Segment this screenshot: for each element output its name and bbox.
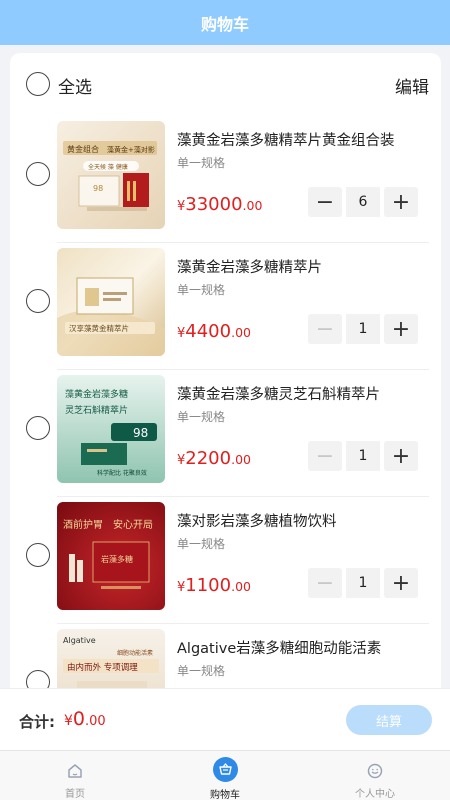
- quantity-value[interactable]: 1: [346, 568, 380, 598]
- top-bar: 购物车: [0, 0, 450, 45]
- product-spec: 单一规格: [177, 537, 226, 551]
- svg-text:岩藻多糖: 岩藻多糖: [101, 554, 133, 564]
- checkout-bar: 合计: ¥0.00 结算: [0, 688, 450, 750]
- tab-cart[interactable]: 购物车: [150, 751, 300, 800]
- svg-text:细胞动能活素: 细胞动能活素: [117, 649, 153, 657]
- product-price: ¥1100.00: [177, 575, 251, 596]
- product-name[interactable]: 藻对影岩藻多糖植物饮料: [177, 510, 337, 531]
- svg-text:全天候 藻 健康: 全天候 藻 健康: [88, 163, 128, 171]
- item-checkbox[interactable]: [26, 162, 50, 186]
- quantity-stepper: − 1 +: [308, 314, 418, 344]
- product-name[interactable]: 藻黄金岩藻多糖精萃片黄金组合装: [177, 129, 395, 150]
- edit-button[interactable]: 编辑: [395, 73, 429, 98]
- tab-label: 购物车: [210, 790, 240, 800]
- product-price: ¥2200.00: [177, 448, 251, 469]
- cart-item: 酒前护胃 安心开局 岩藻多糖 藻对影岩藻多糖植物饮料 单一规格 ¥1100.00…: [10, 497, 441, 624]
- svg-text:酒前护胃: 酒前护胃: [63, 518, 103, 531]
- svg-text:汉享藻黄金精萃片: 汉享藻黄金精萃片: [69, 323, 129, 333]
- product-spec: 单一规格: [177, 283, 226, 297]
- product-gold-tablet-image[interactable]: 汉享藻黄金精萃片: [57, 248, 165, 356]
- increase-button[interactable]: +: [384, 187, 418, 217]
- product-name[interactable]: Algative岩藻多糖细胞动能活素: [177, 637, 381, 658]
- product-lingzhi-image[interactable]: 藻黄金岩藻多糖 灵芝石斛精萃片 98 科学配比 花聚良效: [57, 375, 165, 483]
- product-drink-image[interactable]: 酒前护胃 安心开局 岩藻多糖: [57, 502, 165, 610]
- item-checkbox[interactable]: [26, 543, 50, 567]
- product-price: ¥33000.00: [177, 194, 263, 215]
- tab-label: 首页: [65, 789, 85, 800]
- decrease-button[interactable]: −: [308, 441, 342, 471]
- select-all-label[interactable]: 全选: [58, 73, 92, 98]
- page-title: 购物车: [200, 14, 249, 34]
- item-checkbox[interactable]: [26, 289, 50, 313]
- cart-item: 藻黄金岩藻多糖 灵芝石斛精萃片 98 科学配比 花聚良效 藻黄金岩藻多糖灵芝石斛…: [10, 370, 441, 497]
- tab-home[interactable]: 首页: [0, 751, 150, 800]
- product-name[interactable]: 藻黄金岩藻多糖灵芝石斛精萃片: [177, 383, 380, 404]
- increase-button[interactable]: +: [384, 568, 418, 598]
- product-gold-combo-image[interactable]: 黄金组合 藻黄金+藻对影 全天候 藻 健康 98: [57, 121, 165, 229]
- product-price: ¥4400.00: [177, 321, 251, 342]
- quantity-value[interactable]: 6: [346, 187, 380, 217]
- svg-text:科学配比 花聚良效: 科学配比 花聚良效: [97, 469, 147, 477]
- cart-item: 汉享藻黄金精萃片 藻黄金岩藻多糖精萃片 单一规格 ¥4400.00 − 1 +: [10, 243, 441, 370]
- svg-text:藻黄金+藻对影: 藻黄金+藻对影: [107, 145, 155, 154]
- decrease-button[interactable]: −: [308, 187, 342, 217]
- product-spec: 单一规格: [177, 664, 226, 678]
- tab-bar: 首页 购物车 个人中心: [0, 750, 450, 800]
- quantity-value[interactable]: 1: [346, 314, 380, 344]
- tab-profile[interactable]: 个人中心: [300, 751, 450, 800]
- svg-text:安心开局: 安心开局: [113, 518, 153, 531]
- decrease-button[interactable]: −: [308, 568, 342, 598]
- increase-button[interactable]: +: [384, 314, 418, 344]
- home-icon: [66, 760, 84, 781]
- svg-text:黄金组合: 黄金组合: [67, 144, 99, 154]
- svg-text:由内而外 专项调理: 由内而外 专项调理: [67, 662, 138, 673]
- quantity-stepper: − 1 +: [308, 441, 418, 471]
- product-name[interactable]: 藻黄金岩藻多糖精萃片: [177, 256, 322, 277]
- total-label: 合计:: [19, 713, 55, 731]
- svg-text:灵芝石斛精萃片: 灵芝石斛精萃片: [65, 404, 128, 416]
- profile-icon: [366, 760, 384, 781]
- svg-text:98: 98: [133, 426, 148, 440]
- cart-card: 全选 编辑 黄金组合 藻黄金+藻对影 全天候 藻 健康 98 藻黄金岩藻多糖精萃: [10, 53, 441, 693]
- increase-button[interactable]: +: [384, 441, 418, 471]
- product-spec: 单一规格: [177, 156, 226, 170]
- select-all-checkbox[interactable]: [26, 72, 50, 96]
- cart-item: 黄金组合 藻黄金+藻对影 全天候 藻 健康 98 藻黄金岩藻多糖精萃片黄金组合装…: [10, 116, 441, 243]
- quantity-stepper: − 1 +: [308, 568, 418, 598]
- product-spec: 单一规格: [177, 410, 226, 424]
- cart-item: Algative 细胞动能活素 由内而外 专项调理 Algative岩藻多糖细胞…: [10, 624, 441, 693]
- product-algative-image[interactable]: Algative 细胞动能活素 由内而外 专项调理: [57, 629, 165, 693]
- quantity-stepper: − 6 +: [308, 187, 418, 217]
- svg-text:Algative: Algative: [63, 636, 96, 645]
- checkout-button[interactable]: 结算: [346, 705, 432, 735]
- svg-text:藻黄金岩藻多糖: 藻黄金岩藻多糖: [65, 388, 128, 400]
- quantity-value[interactable]: 1: [346, 441, 380, 471]
- tab-label: 个人中心: [355, 789, 395, 800]
- svg-text:98: 98: [93, 184, 103, 193]
- total-price: ¥0.00: [64, 708, 106, 730]
- item-checkbox[interactable]: [26, 416, 50, 440]
- decrease-button[interactable]: −: [308, 314, 342, 344]
- cart-icon: [212, 757, 238, 782]
- select-all-row: 全选 编辑: [10, 53, 441, 118]
